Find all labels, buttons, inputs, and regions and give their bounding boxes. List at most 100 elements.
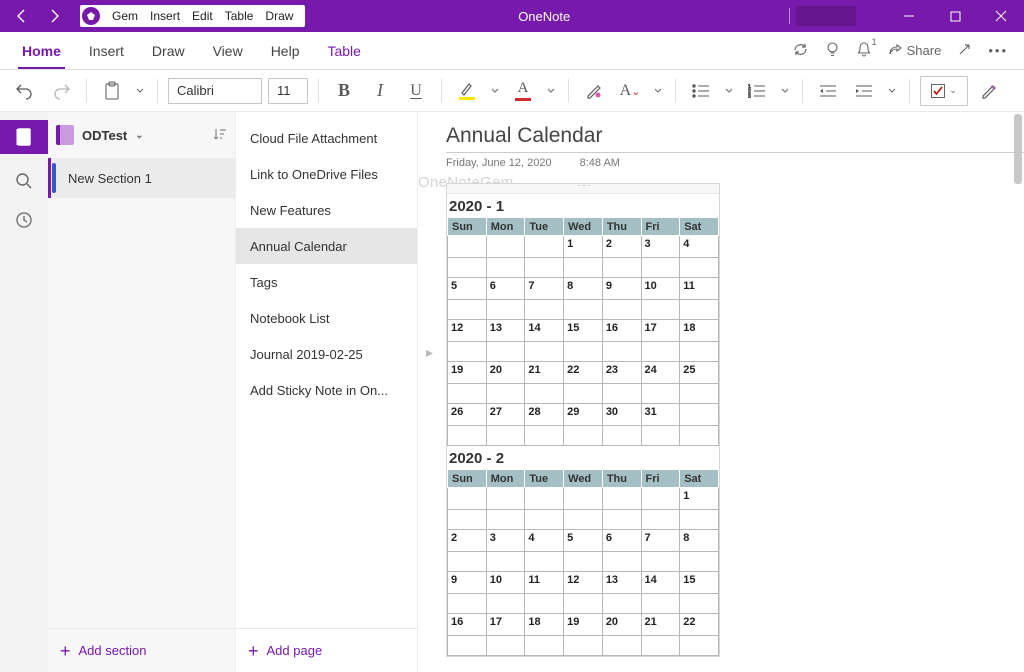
calendar-day-cell[interactable]: 18 xyxy=(680,320,719,342)
page-canvas[interactable]: OneNoteGem Annual Calendar Friday, June … xyxy=(418,112,1024,672)
styles-button[interactable]: A⌄ xyxy=(615,76,645,106)
calendar-day-cell[interactable]: 30 xyxy=(602,404,641,426)
sort-icon[interactable] xyxy=(213,127,227,144)
sync-icon[interactable] xyxy=(792,41,809,61)
nav-forward-button[interactable] xyxy=(38,0,70,32)
calendar-day-cell[interactable]: 22 xyxy=(680,614,719,636)
calendar-day-cell[interactable]: 12 xyxy=(564,572,603,594)
ribbon-tab-view[interactable]: View xyxy=(199,32,257,69)
window-minimize-button[interactable] xyxy=(886,0,932,32)
calendar-day-cell[interactable]: 10 xyxy=(486,572,525,594)
font-name-input[interactable]: Calibri xyxy=(168,78,262,104)
calendar-day-cell[interactable]: 20 xyxy=(486,362,525,384)
gem-menu-item[interactable]: Insert xyxy=(150,9,180,23)
clear-formatting-button[interactable] xyxy=(579,76,609,106)
calendar-day-cell[interactable]: 20 xyxy=(602,614,641,636)
ribbon-tab-help[interactable]: Help xyxy=(257,32,314,69)
calendar-day-cell[interactable]: 2 xyxy=(448,530,487,552)
calendar-day-cell[interactable]: 13 xyxy=(602,572,641,594)
calendar-day-cell[interactable]: 15 xyxy=(680,572,719,594)
calendar-day-cell[interactable]: 31 xyxy=(641,404,680,426)
calendar-day-cell[interactable]: 22 xyxy=(564,362,603,384)
calendar-day-cell[interactable]: 9 xyxy=(448,572,487,594)
calendar-day-cell[interactable]: 10 xyxy=(641,278,680,300)
tags-button[interactable] xyxy=(974,76,1004,106)
calendar-day-cell[interactable]: 14 xyxy=(641,572,680,594)
increase-indent-button[interactable] xyxy=(849,76,879,106)
rail-search-button[interactable] xyxy=(15,172,33,193)
calendar-day-cell[interactable]: 21 xyxy=(525,362,564,384)
calendar-day-cell[interactable]: 13 xyxy=(486,320,525,342)
page-item[interactable]: Annual Calendar xyxy=(236,228,417,264)
styles-dropdown[interactable] xyxy=(651,76,665,106)
calendar-day-cell[interactable]: 29 xyxy=(564,404,603,426)
calendar-day-cell[interactable] xyxy=(486,488,525,510)
calendar-day-cell[interactable]: 19 xyxy=(448,362,487,384)
calendar-day-cell[interactable]: 26 xyxy=(448,404,487,426)
page-item[interactable]: Cloud File Attachment xyxy=(236,120,417,156)
number-dropdown[interactable] xyxy=(778,76,792,106)
calendar-day-cell[interactable] xyxy=(680,404,719,426)
ribbon-tab-draw[interactable]: Draw xyxy=(138,32,199,69)
font-size-input[interactable]: 11 xyxy=(268,78,308,104)
calendar-day-cell[interactable]: 21 xyxy=(641,614,680,636)
calendar-day-cell[interactable]: 16 xyxy=(602,320,641,342)
rail-recent-button[interactable] xyxy=(15,211,33,232)
note-container[interactable]: 2020 - 1SunMonTueWedThuFriSat12345678910… xyxy=(446,183,720,657)
calendar-day-cell[interactable] xyxy=(525,488,564,510)
page-item[interactable]: Link to OneDrive Files xyxy=(236,156,417,192)
calendar-day-cell[interactable]: 18 xyxy=(525,614,564,636)
calendar-day-cell[interactable]: 11 xyxy=(680,278,719,300)
add-page-button[interactable]: + Add page xyxy=(236,628,417,672)
calendar-day-cell[interactable]: 8 xyxy=(680,530,719,552)
italic-button[interactable]: I xyxy=(365,76,395,106)
calendar-day-cell[interactable] xyxy=(448,236,487,258)
container-expand-handle[interactable]: ▸ xyxy=(426,344,433,361)
font-color-button[interactable]: A xyxy=(508,76,538,106)
clipboard-dropdown[interactable] xyxy=(133,76,147,106)
calendar-day-cell[interactable]: 25 xyxy=(680,362,719,384)
user-account-button[interactable] xyxy=(796,6,856,26)
container-resize-handle[interactable] xyxy=(716,184,722,657)
calendar-day-cell[interactable]: 28 xyxy=(525,404,564,426)
calendar-day-cell[interactable]: 3 xyxy=(486,530,525,552)
notebook-selector[interactable]: ODTest ⌄ xyxy=(48,112,235,158)
redo-button[interactable] xyxy=(46,76,76,106)
calendar-day-cell[interactable]: 23 xyxy=(602,362,641,384)
gem-menu-item[interactable]: Table xyxy=(225,9,254,23)
paragraph-dropdown[interactable] xyxy=(885,76,899,106)
clipboard-button[interactable] xyxy=(97,76,127,106)
highlight-dropdown[interactable] xyxy=(488,76,502,106)
section-item[interactable]: New Section 1 xyxy=(48,158,235,198)
calendar-day-cell[interactable]: 27 xyxy=(486,404,525,426)
page-item[interactable]: Add Sticky Note in On... xyxy=(236,372,417,408)
calendar-day-cell[interactable]: 5 xyxy=(448,278,487,300)
calendar-day-cell[interactable]: 12 xyxy=(448,320,487,342)
page-item[interactable]: New Features xyxy=(236,192,417,228)
window-close-button[interactable] xyxy=(978,0,1024,32)
add-section-button[interactable]: + Add section xyxy=(48,628,235,672)
page-item[interactable]: Notebook List xyxy=(236,300,417,336)
gem-menu-item[interactable]: Gem xyxy=(112,9,138,23)
calendar-day-cell[interactable]: 11 xyxy=(525,572,564,594)
share-button[interactable]: Share xyxy=(888,43,942,58)
highlight-color-button[interactable] xyxy=(452,76,482,106)
bullet-dropdown[interactable] xyxy=(722,76,736,106)
window-maximize-button[interactable] xyxy=(932,0,978,32)
calendar-day-cell[interactable] xyxy=(525,236,564,258)
ribbon-tab-table[interactable]: Table xyxy=(313,32,374,69)
calendar-day-cell[interactable]: 19 xyxy=(564,614,603,636)
bulleted-list-button[interactable] xyxy=(686,76,716,106)
numbered-list-button[interactable]: 123 xyxy=(742,76,772,106)
rail-notebooks-button[interactable] xyxy=(0,120,48,154)
container-move-handle[interactable] xyxy=(447,184,719,194)
calendar-day-cell[interactable]: 24 xyxy=(641,362,680,384)
ribbon-tab-insert[interactable]: Insert xyxy=(75,32,138,69)
lightbulb-icon[interactable] xyxy=(825,41,840,61)
calendar-day-cell[interactable]: 5 xyxy=(564,530,603,552)
page-item[interactable]: Journal 2019-02-25 xyxy=(236,336,417,372)
notifications-button[interactable]: 1 xyxy=(856,41,872,61)
ribbon-tab-home[interactable]: Home xyxy=(8,32,75,69)
calendar-day-cell[interactable]: 1 xyxy=(564,236,603,258)
calendar-day-cell[interactable]: 4 xyxy=(525,530,564,552)
